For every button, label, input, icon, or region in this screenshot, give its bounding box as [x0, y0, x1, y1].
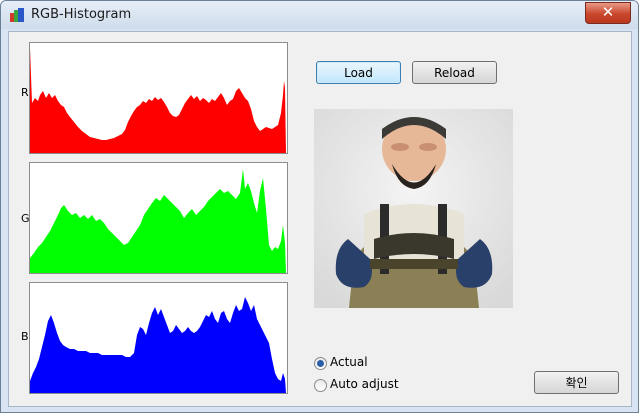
histogram-label-blue: B: [21, 330, 29, 343]
histogram-label-red: R: [21, 86, 29, 99]
auto-adjust-label: Auto adjust: [330, 377, 399, 391]
load-button[interactable]: Load: [316, 61, 401, 84]
reload-button[interactable]: Reload: [412, 61, 497, 84]
title-bar[interactable]: RGB-Histogram ✕: [1, 1, 638, 29]
histogram-red-plot: [30, 48, 286, 153]
histogram-blue: [29, 282, 288, 394]
window: RGB-Histogram ✕ R G B Load Reload Actual…: [0, 0, 639, 413]
histogram-red: [29, 42, 288, 154]
close-button[interactable]: ✕: [585, 2, 631, 24]
auto-adjust-radio[interactable]: [314, 379, 327, 392]
actual-label: Actual: [330, 355, 368, 369]
ok-button[interactable]: 확인: [534, 371, 619, 394]
histogram-green-plot: [30, 169, 286, 273]
actual-radio[interactable]: [314, 357, 327, 370]
app-icon: [10, 8, 24, 22]
histogram-green: [29, 162, 288, 274]
option-actual[interactable]: Actual: [314, 355, 434, 371]
preview-image: [314, 109, 513, 308]
histogram-blue-plot: [30, 297, 286, 393]
window-title: RGB-Histogram: [31, 7, 132, 22]
client-area: R G B Load Reload Actual Auto adjust 확인: [8, 31, 632, 407]
close-icon: ✕: [601, 3, 615, 21]
option-auto-adjust[interactable]: Auto adjust: [314, 377, 434, 393]
